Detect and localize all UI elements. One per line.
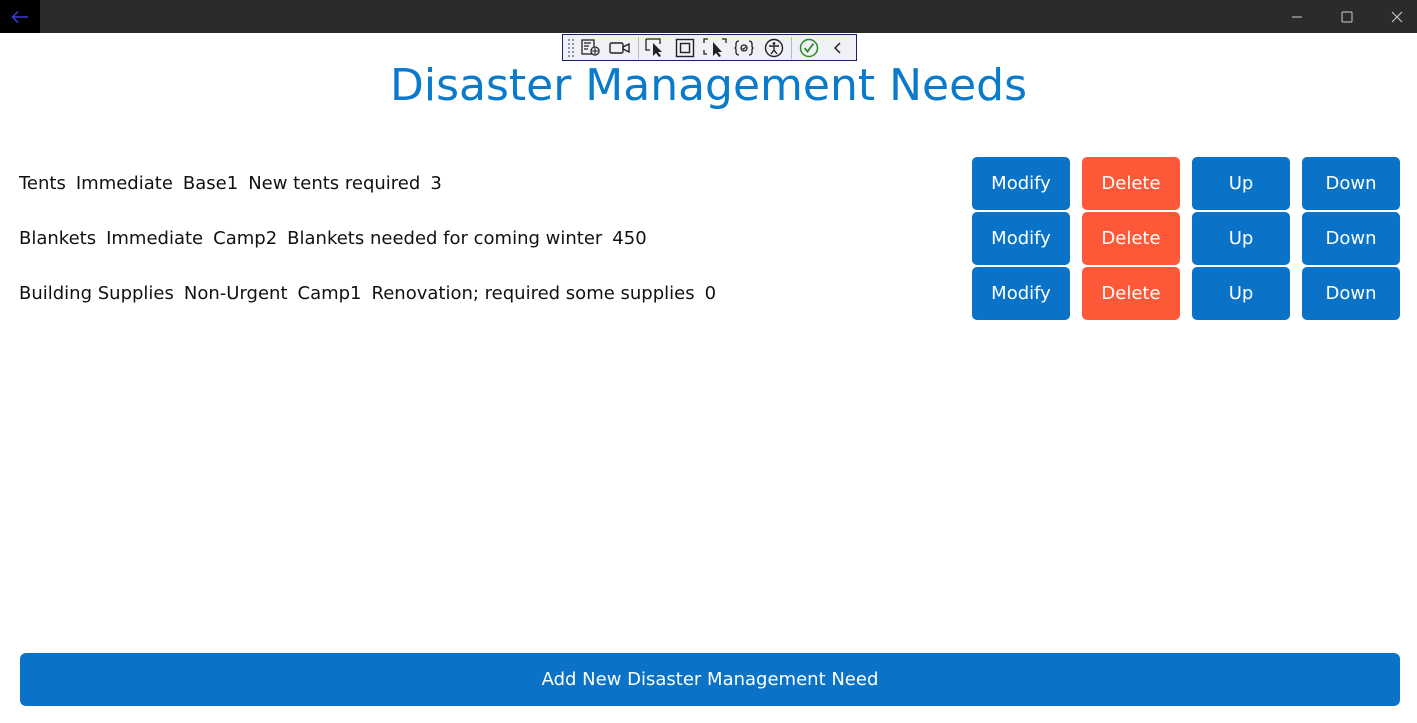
live-visual-tree-icon (581, 38, 601, 56)
move-up-button[interactable]: Up (1192, 212, 1290, 265)
hot-reload-status-button[interactable] (798, 35, 821, 60)
need-description: New tents required (248, 173, 421, 194)
move-up-button[interactable]: Up (1192, 267, 1290, 320)
modify-button[interactable]: Modify (972, 212, 1070, 265)
track-focus-icon (703, 37, 727, 57)
need-description: Blankets needed for coming winter (287, 228, 603, 249)
list-item: Blankets Immediate Camp2 Blankets needed… (0, 212, 1417, 265)
binding-failures-button[interactable] (733, 35, 756, 60)
move-down-button[interactable]: Down (1302, 267, 1400, 320)
modify-button[interactable]: Modify (972, 267, 1070, 320)
close-icon (1391, 11, 1403, 22)
delete-button[interactable]: Delete (1082, 267, 1180, 320)
collapse-chevron-icon (834, 41, 842, 54)
need-priority: Non-Urgent (183, 283, 288, 304)
record-button[interactable] (609, 35, 632, 60)
need-details: Blankets Immediate Camp2 Blankets needed… (19, 212, 657, 265)
need-quantity: 0 (704, 283, 717, 304)
need-details: Building Supplies Non-Urgent Camp1 Renov… (19, 267, 726, 320)
toolbar-separator (637, 36, 639, 59)
need-quantity: 450 (612, 228, 647, 249)
display-layout-adorners-button[interactable] (674, 35, 697, 60)
debug-toolbar (562, 34, 857, 61)
add-need-button[interactable]: Add New Disaster Management Need (20, 653, 1400, 706)
record-icon (609, 41, 631, 54)
list-item: Tents Immediate Base1 New tents required… (0, 157, 1417, 210)
maximize-icon (1341, 11, 1353, 22)
need-details: Tents Immediate Base1 New tents required… (19, 157, 452, 210)
modify-button[interactable]: Modify (972, 157, 1070, 210)
need-item: Blankets (19, 228, 97, 249)
collapse-toolbar-button[interactable] (827, 35, 850, 60)
grip-icon[interactable] (567, 37, 576, 58)
accessibility-checker-button[interactable] (762, 35, 785, 60)
move-up-button[interactable]: Up (1192, 157, 1290, 210)
need-description: Renovation; required some supplies (371, 283, 695, 304)
arrow-left-icon (11, 10, 28, 23)
close-button[interactable] (1372, 0, 1417, 33)
move-down-button[interactable]: Down (1302, 212, 1400, 265)
need-priority: Immediate (75, 173, 173, 194)
need-item: Building Supplies (19, 283, 174, 304)
binding-failures-icon (734, 39, 755, 56)
need-quantity: 3 (430, 173, 442, 194)
move-down-button[interactable]: Down (1302, 157, 1400, 210)
need-location: Camp1 (297, 283, 362, 304)
display-layout-adorners-icon (676, 38, 695, 57)
need-priority: Immediate (106, 228, 204, 249)
select-element-button[interactable] (645, 35, 668, 60)
page-title: Disaster Management Needs (389, 60, 1028, 111)
need-location: Base1 (182, 173, 239, 194)
delete-button[interactable]: Delete (1082, 212, 1180, 265)
minimize-icon (1292, 16, 1302, 17)
toolbar-separator (791, 36, 792, 59)
need-location: Camp2 (213, 228, 278, 249)
maximize-button[interactable] (1322, 0, 1372, 33)
list-item: Building Supplies Non-Urgent Camp1 Renov… (0, 267, 1417, 320)
delete-button[interactable]: Delete (1082, 157, 1180, 210)
hot-reload-status-icon (800, 38, 819, 57)
accessibility-checker-icon (764, 38, 783, 57)
window-titlebar (0, 0, 1417, 33)
minimize-button[interactable] (1272, 0, 1322, 33)
back-button[interactable] (0, 0, 40, 33)
track-focus-button[interactable] (703, 35, 727, 60)
need-item: Tents (19, 173, 66, 194)
live-visual-tree-button[interactable] (580, 35, 603, 60)
select-element-icon (645, 37, 663, 57)
